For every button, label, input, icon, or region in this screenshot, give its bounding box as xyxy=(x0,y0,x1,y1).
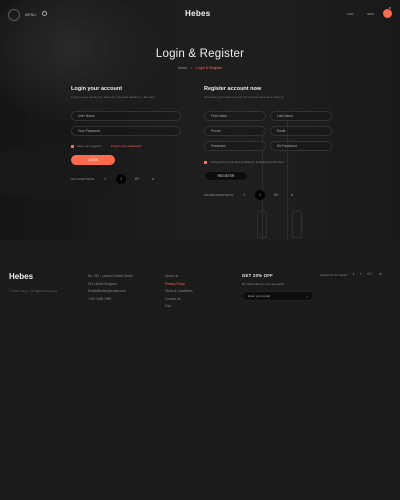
footer-link-contact[interactable]: Contact Us xyxy=(165,296,193,304)
facebook-icon[interactable]: f xyxy=(100,174,110,184)
login-social-label: OR LOGIN WITH xyxy=(71,177,95,181)
footer-address-line: No. 342 - London Oxford Street xyxy=(88,274,133,278)
header-right: USD ENG xyxy=(347,12,374,16)
google-plus-icon[interactable]: G+ xyxy=(367,271,372,276)
footer-brand[interactable]: Hebes xyxy=(9,272,33,281)
re-password-input[interactable] xyxy=(270,141,332,151)
google-plus-icon[interactable]: G+ xyxy=(271,190,281,200)
twitter-icon[interactable]: t xyxy=(255,190,266,200)
cart-count-badge: 0 xyxy=(389,6,391,10)
menu-toggle-icon[interactable] xyxy=(8,9,20,21)
facebook-icon[interactable]: f xyxy=(360,271,361,276)
newsletter-email-placeholder: Enter your email xyxy=(248,294,270,298)
keep-logged-in-label: Keep me logged in xyxy=(77,144,103,148)
login-form: Login your account Login to your account… xyxy=(71,86,181,184)
breadcrumb-current: Login & Register xyxy=(196,66,223,70)
breadcrumb-separator: › xyxy=(191,66,193,70)
cart-icon[interactable] xyxy=(383,9,392,18)
twitter-icon[interactable]: t xyxy=(353,271,354,276)
login-button[interactable]: LOGIN xyxy=(71,155,115,165)
currency-selector[interactable]: USD xyxy=(347,12,353,16)
twitter-icon[interactable]: t xyxy=(116,174,127,184)
instagram-icon[interactable]: o xyxy=(287,190,297,200)
accept-terms-checkbox[interactable] xyxy=(204,160,207,164)
footer-email[interactable]: Email@hebes@email.com xyxy=(88,288,132,296)
register-button[interactable]: REGISTER xyxy=(204,171,248,181)
submit-arrow-icon[interactable]: › xyxy=(307,294,308,299)
linkedin-icon[interactable]: in xyxy=(379,271,382,276)
login-social-row: OR LOGIN WITH f t G+ o xyxy=(71,174,181,184)
search-icon[interactable] xyxy=(42,11,47,16)
newsletter-title: GET 20% OFF xyxy=(242,273,273,278)
breadcrumb: Home › Login & Register xyxy=(0,66,400,70)
register-password-row xyxy=(204,141,332,151)
facebook-icon[interactable]: f xyxy=(239,190,249,200)
footer-link-faq[interactable]: Faq xyxy=(165,303,193,311)
accept-terms-label: I Accept the terms and conditions, inclu… xyxy=(210,160,284,164)
instagram-icon[interactable]: o xyxy=(148,174,158,184)
header-left: MENU xyxy=(8,9,36,21)
newsletter-email-field[interactable]: Enter your email › xyxy=(242,291,314,301)
footer-links: About Us Privacy Policy Terms & Conditio… xyxy=(165,273,193,311)
breadcrumb-home[interactable]: Home xyxy=(178,66,187,70)
footer-link-about[interactable]: About Us xyxy=(165,273,193,281)
login-password-input[interactable] xyxy=(71,126,181,136)
footer-address: No. 342 - London Oxford Street 012 Unite… xyxy=(88,273,132,303)
register-form: Register account now Personal your Lorem… xyxy=(204,86,332,200)
footer-address-line: 012 United Kingdom xyxy=(88,281,117,286)
forgot-password-link[interactable]: Forgot your password? xyxy=(111,144,142,148)
footer-link-privacy[interactable]: Privacy Policy xyxy=(165,281,193,289)
register-name-row xyxy=(204,111,332,121)
language-selector[interactable]: ENG xyxy=(367,12,374,16)
footer-link-terms[interactable]: Terms & Conditions xyxy=(165,288,193,296)
register-social-row: OR REGISTER WITH f t G+ o xyxy=(204,190,332,200)
menu-label[interactable]: MENU xyxy=(25,13,36,17)
page-title: Login & Register xyxy=(155,48,245,60)
footer-copyright: © 2017 Hebes . All Rights Reserved xyxy=(9,289,57,293)
register-title: Register account now xyxy=(204,86,262,92)
footer-social-icons: t f G+ in xyxy=(353,271,382,276)
email-input[interactable] xyxy=(270,126,332,136)
login-username-input[interactable] xyxy=(71,111,181,121)
password-input[interactable] xyxy=(204,141,266,151)
last-name-input[interactable] xyxy=(270,111,332,121)
follow-label: Follow Us On Social: xyxy=(320,273,348,277)
footer-phone: +032 3456 7890 xyxy=(88,296,112,301)
register-contact-row xyxy=(204,126,332,136)
phone-input[interactable] xyxy=(204,126,266,136)
google-plus-icon[interactable]: G+ xyxy=(132,174,142,184)
register-social-label: OR REGISTER WITH xyxy=(204,193,234,197)
keep-logged-in-checkbox[interactable] xyxy=(71,144,74,148)
brand-logo[interactable]: Hebes xyxy=(185,9,211,18)
first-name-input[interactable] xyxy=(204,111,266,121)
hero-overlay xyxy=(0,0,400,240)
newsletter-subtitle: By subscribing to our newsletter xyxy=(242,282,285,286)
footer: Hebes © 2017 Hebes . All Rights Reserved… xyxy=(0,240,400,500)
login-title: Login your account xyxy=(71,86,123,92)
